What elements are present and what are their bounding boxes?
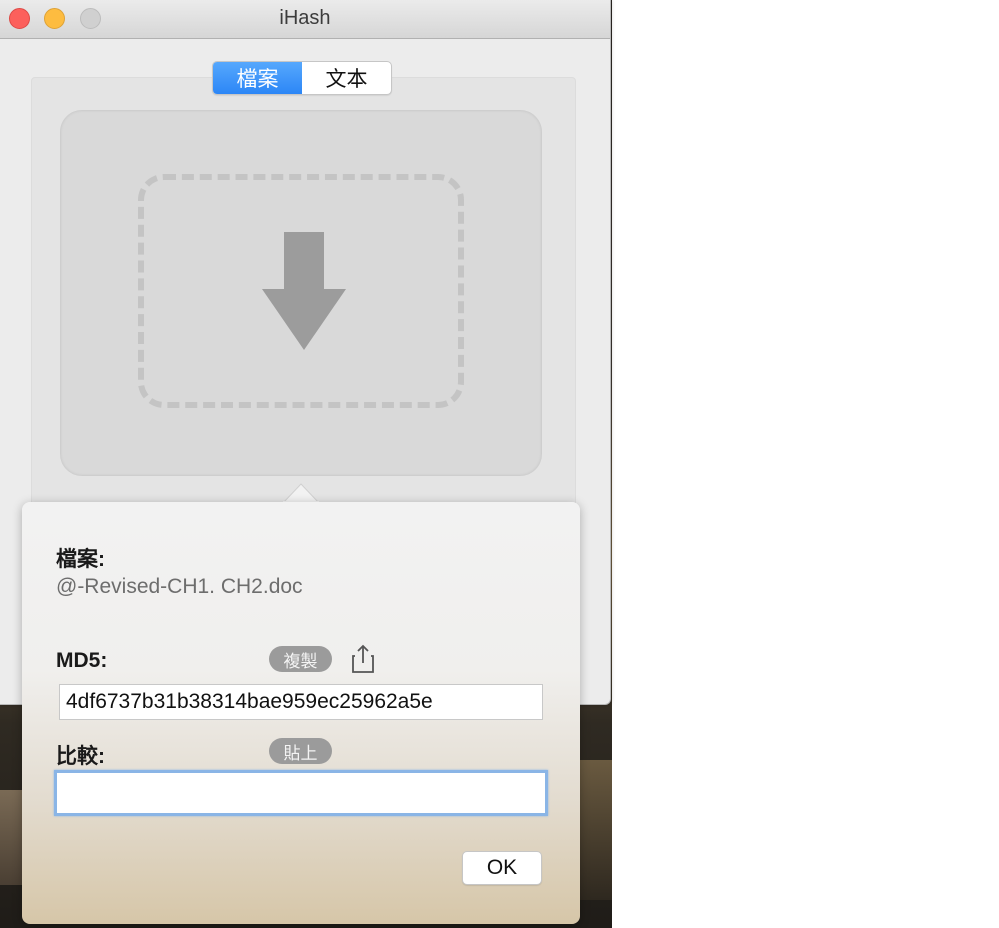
- compare-hash-input[interactable]: [54, 770, 548, 816]
- title-bar[interactable]: iHash: [0, 0, 610, 39]
- wallpaper-building-left: [0, 790, 22, 885]
- window-title: iHash: [279, 7, 331, 29]
- md5-label: MD5:: [56, 649, 108, 672]
- md5-hash-field[interactable]: [59, 684, 543, 720]
- tab-text[interactable]: 文本: [302, 62, 391, 94]
- mode-segmented-control[interactable]: 檔案 文本: [212, 61, 392, 95]
- copy-button[interactable]: 複製: [269, 646, 332, 672]
- ok-button[interactable]: OK: [462, 851, 542, 885]
- popover-arrow: [283, 483, 319, 503]
- share-icon[interactable]: [351, 644, 375, 674]
- download-arrow-icon: [262, 232, 346, 350]
- compare-label: 比較:: [56, 745, 105, 768]
- file-name: @-Revised-CH1. CH2.doc: [56, 575, 303, 598]
- paste-button[interactable]: 貼上: [269, 738, 332, 764]
- file-label: 檔案:: [56, 548, 105, 571]
- tab-file[interactable]: 檔案: [213, 62, 302, 94]
- wallpaper-building-right: [580, 760, 612, 900]
